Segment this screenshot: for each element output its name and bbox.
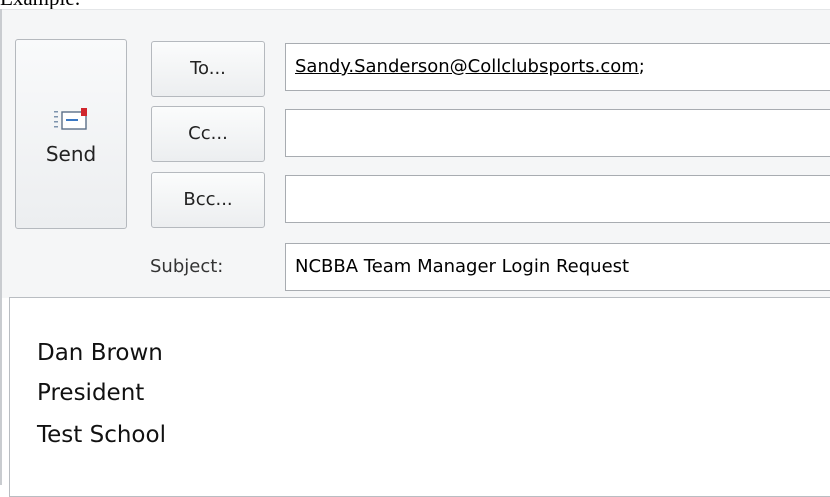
to-button[interactable]: To... [151, 41, 265, 97]
bcc-button[interactable]: Bcc... [151, 172, 265, 228]
cc-button[interactable]: Cc... [151, 106, 265, 162]
bcc-field[interactable] [285, 175, 830, 223]
subject-label: Subject: [150, 256, 224, 277]
to-recipient-link[interactable]: Sandy.Sanderson@Collclubsports.com [295, 56, 639, 77]
send-button-label: Send [45, 142, 97, 166]
subject-value: NCBBA Team Manager Login Request [295, 256, 630, 277]
envelope-send-icon [54, 108, 88, 132]
window-left-border [0, 9, 2, 485]
signature-name: Dan Brown [37, 340, 163, 366]
signature-title: President [37, 380, 145, 406]
to-field[interactable]: Sandy.Sanderson@Collclubsports.com; [285, 43, 830, 91]
to-separator: ; [638, 56, 645, 77]
signature-school: Test School [37, 422, 166, 448]
send-button[interactable]: Send [15, 39, 127, 229]
cc-field[interactable] [285, 109, 830, 157]
subject-field[interactable]: NCBBA Team Manager Login Request [285, 243, 830, 291]
